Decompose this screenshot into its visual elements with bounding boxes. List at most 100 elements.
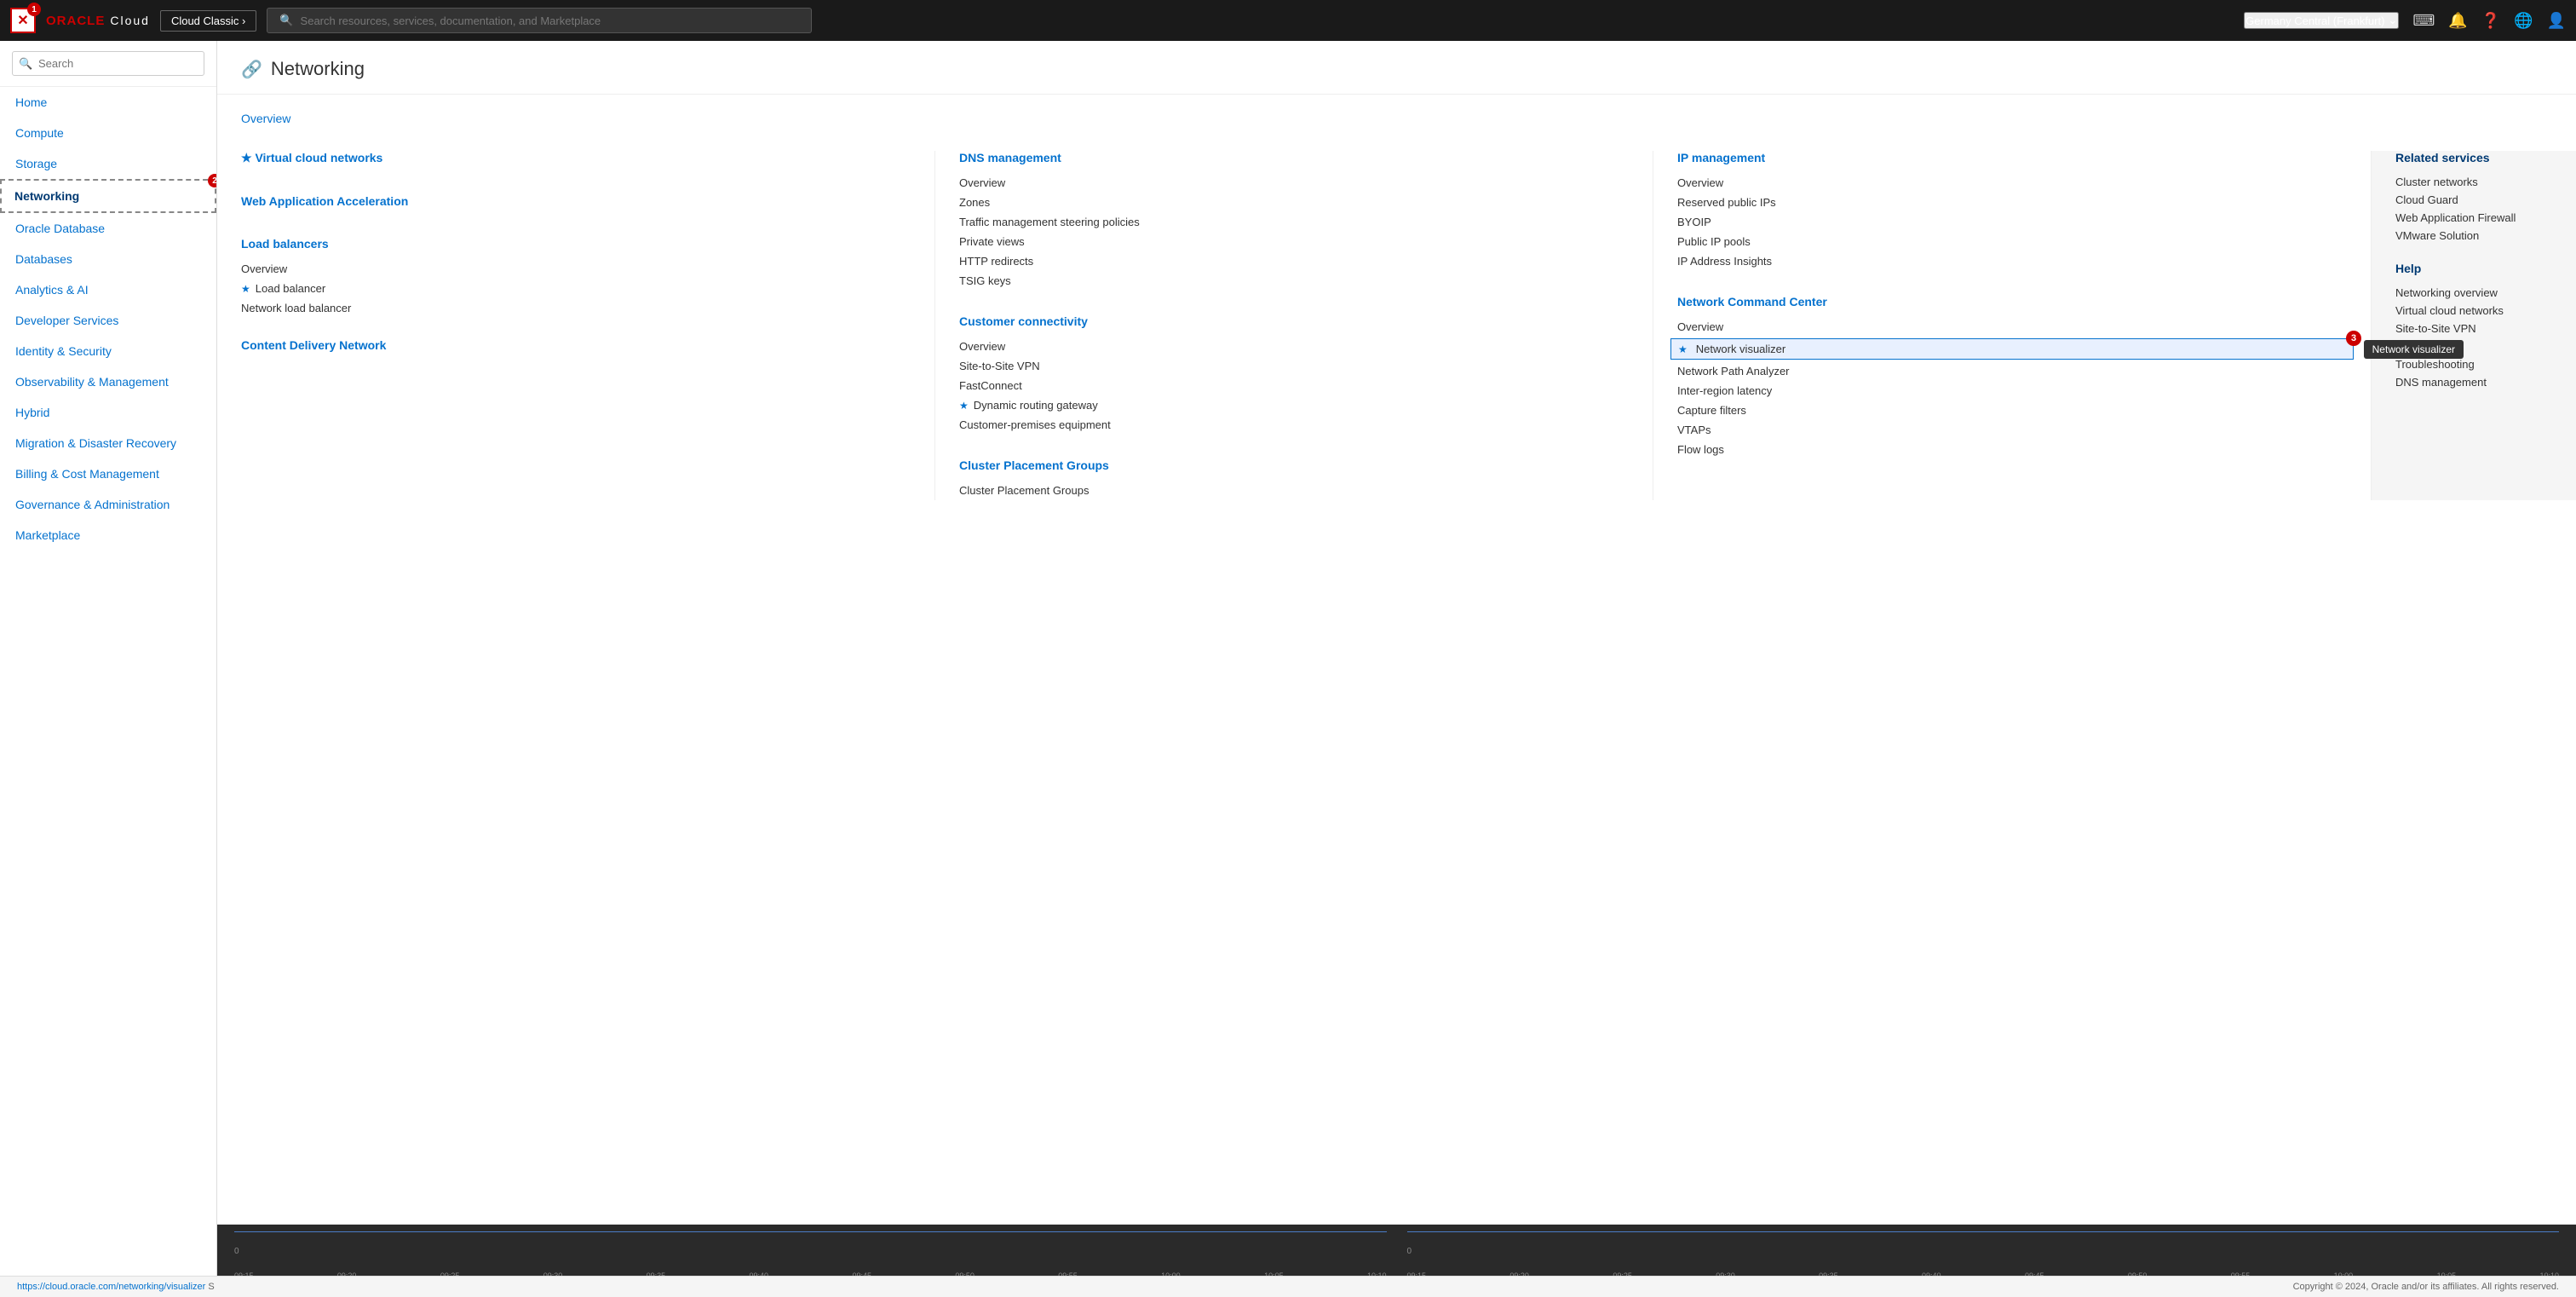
overview-link[interactable]: Overview <box>241 108 2552 129</box>
networking-header: 🔗 Networking <box>217 41 2576 95</box>
ip-management-header: IP management <box>1677 151 2347 164</box>
chart-left-zero: 0 <box>234 1247 239 1256</box>
network-visualizer-link[interactable]: ★ Network visualizer 3 Network visualize… <box>1670 338 2354 360</box>
sidebar-item-governance[interactable]: Governance & Administration <box>0 489 216 520</box>
sidebar-item-observability[interactable]: Observability & Management <box>0 366 216 397</box>
close-badge: 1 <box>27 3 41 16</box>
byoip-link[interactable]: BYOIP <box>1677 212 2347 232</box>
dns-zones-link[interactable]: Zones <box>959 193 1629 212</box>
network-load-balancer-link[interactable]: Network load balancer <box>241 298 911 318</box>
site-to-site-help-link[interactable]: Site-to-Site VPN <box>2395 320 2552 337</box>
sidebar-item-hybrid[interactable]: Hybrid <box>0 397 216 428</box>
sidebar-item-marketplace[interactable]: Marketplace <box>0 520 216 551</box>
chart-left-line <box>234 1231 1387 1232</box>
cluster-placement-link[interactable]: Cluster Placement Groups <box>959 481 1629 500</box>
chart-right-zero: 0 <box>1407 1247 1412 1256</box>
vtaps-link[interactable]: VTAPs <box>1677 420 2347 440</box>
network-path-analyzer-link[interactable]: Network Path Analyzer <box>1677 361 2347 381</box>
content-area: 🔗 Networking Overview ★ Virtual cloud ne… <box>217 41 2576 1276</box>
dns-http-link[interactable]: HTTP redirects <box>959 251 1629 271</box>
dns-private-views-link[interactable]: Private views <box>959 232 1629 251</box>
sidebar-item-home[interactable]: Home <box>0 87 216 118</box>
help-title: Help <box>2395 262 2552 275</box>
networking-panel: 🔗 Networking Overview ★ Virtual cloud ne… <box>217 41 2576 1225</box>
sidebar-item-analytics-ai[interactable]: Analytics & AI <box>0 274 216 305</box>
lb-overview-link[interactable]: Overview <box>241 259 911 279</box>
sidebar-item-networking[interactable]: Networking 2 <box>0 179 216 213</box>
close-icon: ✕ <box>17 12 28 29</box>
ncc-overview-link[interactable]: Overview <box>1677 317 2347 337</box>
oracle-text: ORACLE <box>46 14 105 28</box>
region-selector[interactable]: Germany Central (Frankfurt) ⌄ <box>2244 12 2399 29</box>
main-layout: 🔍 Home Compute Storage Networking 2 Orac… <box>0 41 2576 1276</box>
network-command-center-header: Network Command Center <box>1677 295 2347 308</box>
dns-help-link[interactable]: DNS management <box>2395 373 2552 391</box>
sidebar-item-developer-services[interactable]: Developer Services <box>0 305 216 336</box>
sidebar-search-section: 🔍 <box>0 41 216 87</box>
cpe-link[interactable]: Customer-premises equipment <box>959 415 1629 435</box>
network-visualizer-badge: 3 <box>2346 331 2361 346</box>
cloud-classic-button[interactable]: Cloud Classic › <box>160 10 256 32</box>
user-avatar[interactable]: 👤 <box>2547 12 2566 30</box>
chart-container: 0 09:15 09:20 09:25 09:30 09:35 09:40 09… <box>217 1225 2576 1276</box>
dns-traffic-link[interactable]: Traffic management steering policies <box>959 212 1629 232</box>
public-ip-pools-link[interactable]: Public IP pools <box>1677 232 2347 251</box>
sidebar-item-identity-security[interactable]: Identity & Security <box>0 336 216 366</box>
networking-badge: 2 <box>208 174 217 187</box>
help-icon[interactable]: ❓ <box>2481 12 2500 30</box>
vmware-solution-link[interactable]: VMware Solution <box>2395 227 2552 245</box>
cc-overview-link[interactable]: Overview <box>959 337 1629 356</box>
drg-link[interactable]: ★ Dynamic routing gateway <box>959 395 1629 415</box>
ip-overview-link[interactable]: Overview <box>1677 173 2347 193</box>
search-icon: 🔍 <box>279 14 293 27</box>
dns-header: DNS management <box>959 151 1629 164</box>
networking-overview-help-link[interactable]: Networking overview <box>2395 284 2552 302</box>
sidebar-item-storage[interactable]: Storage <box>0 148 216 179</box>
oracle-logo: ORACLE Cloud <box>46 14 150 28</box>
inter-region-latency-link[interactable]: Inter-region latency <box>1677 381 2347 401</box>
sidebar-item-databases[interactable]: Databases <box>0 244 216 274</box>
close-button[interactable]: ✕ 1 <box>10 8 36 33</box>
chart-left-axis: 09:15 09:20 09:25 09:30 09:35 09:40 09:4… <box>234 1270 1387 1276</box>
star-icon: ★ <box>241 151 255 164</box>
customer-connectivity-header: Customer connectivity <box>959 314 1629 328</box>
search-placeholder: Search resources, services, documentatio… <box>301 14 601 27</box>
networking-columns: ★ Virtual cloud networks Web Application… <box>217 134 2576 517</box>
global-search-bar[interactable]: 🔍 Search resources, services, documentat… <box>267 8 812 33</box>
sidebar-nav: Home Compute Storage Networking 2 Oracle… <box>0 87 216 1276</box>
networking-col-4: Related services Cluster networks Cloud … <box>2372 151 2576 500</box>
dns-tsig-link[interactable]: TSIG keys <box>959 271 1629 291</box>
terminal-icon[interactable]: ⌨ <box>2412 12 2435 30</box>
chart-right-line <box>1407 1231 2560 1232</box>
cloud-guard-link[interactable]: Cloud Guard <box>2395 191 2552 209</box>
sidebar-search-icon: 🔍 <box>19 57 32 71</box>
site-to-site-vpn-link[interactable]: Site-to-Site VPN <box>959 356 1629 376</box>
flow-logs-link[interactable]: Flow logs <box>1677 440 2347 459</box>
web-app-firewall-link[interactable]: Web Application Firewall <box>2395 209 2552 227</box>
chart-right: 0 09:15 09:20 09:25 09:30 09:35 09:40 09… <box>1397 1225 2570 1276</box>
vcn-help-link[interactable]: Virtual cloud networks <box>2395 302 2552 320</box>
sidebar-item-oracle-database[interactable]: Oracle Database <box>0 213 216 244</box>
footer-copyright: Copyright © 2024, Oracle and/or its affi… <box>2293 1282 2559 1292</box>
dns-overview-link[interactable]: Overview <box>959 173 1629 193</box>
networking-col-1: ★ Virtual cloud networks Web Application… <box>217 151 935 500</box>
networking-title: Networking <box>271 58 365 80</box>
top-navigation: ✕ 1 ORACLE Cloud Cloud Classic › 🔍 Searc… <box>0 0 2576 41</box>
networking-icon: 🔗 <box>241 59 262 80</box>
load-balancer-link[interactable]: ★ Load balancer <box>241 279 911 298</box>
cluster-networks-link[interactable]: Cluster networks <box>2395 173 2552 191</box>
bell-icon[interactable]: 🔔 <box>2448 12 2467 30</box>
fastconnect-link[interactable]: FastConnect <box>959 376 1629 395</box>
globe-icon[interactable]: 🌐 <box>2514 12 2533 30</box>
capture-filters-link[interactable]: Capture filters <box>1677 401 2347 420</box>
sidebar-search-input[interactable] <box>12 51 204 76</box>
chart-right-area: 0 <box>1407 1231 2560 1270</box>
sidebar-item-migration[interactable]: Migration & Disaster Recovery <box>0 428 216 458</box>
sidebar: 🔍 Home Compute Storage Networking 2 Orac… <box>0 41 217 1276</box>
ip-address-insights-link[interactable]: IP Address Insights <box>1677 251 2347 271</box>
reserved-public-ips-link[interactable]: Reserved public IPs <box>1677 193 2347 212</box>
footer: https://cloud.oracle.com/networking/visu… <box>0 1276 2576 1297</box>
cloud-text: Cloud <box>110 14 150 27</box>
sidebar-item-billing[interactable]: Billing & Cost Management <box>0 458 216 489</box>
sidebar-item-compute[interactable]: Compute <box>0 118 216 148</box>
